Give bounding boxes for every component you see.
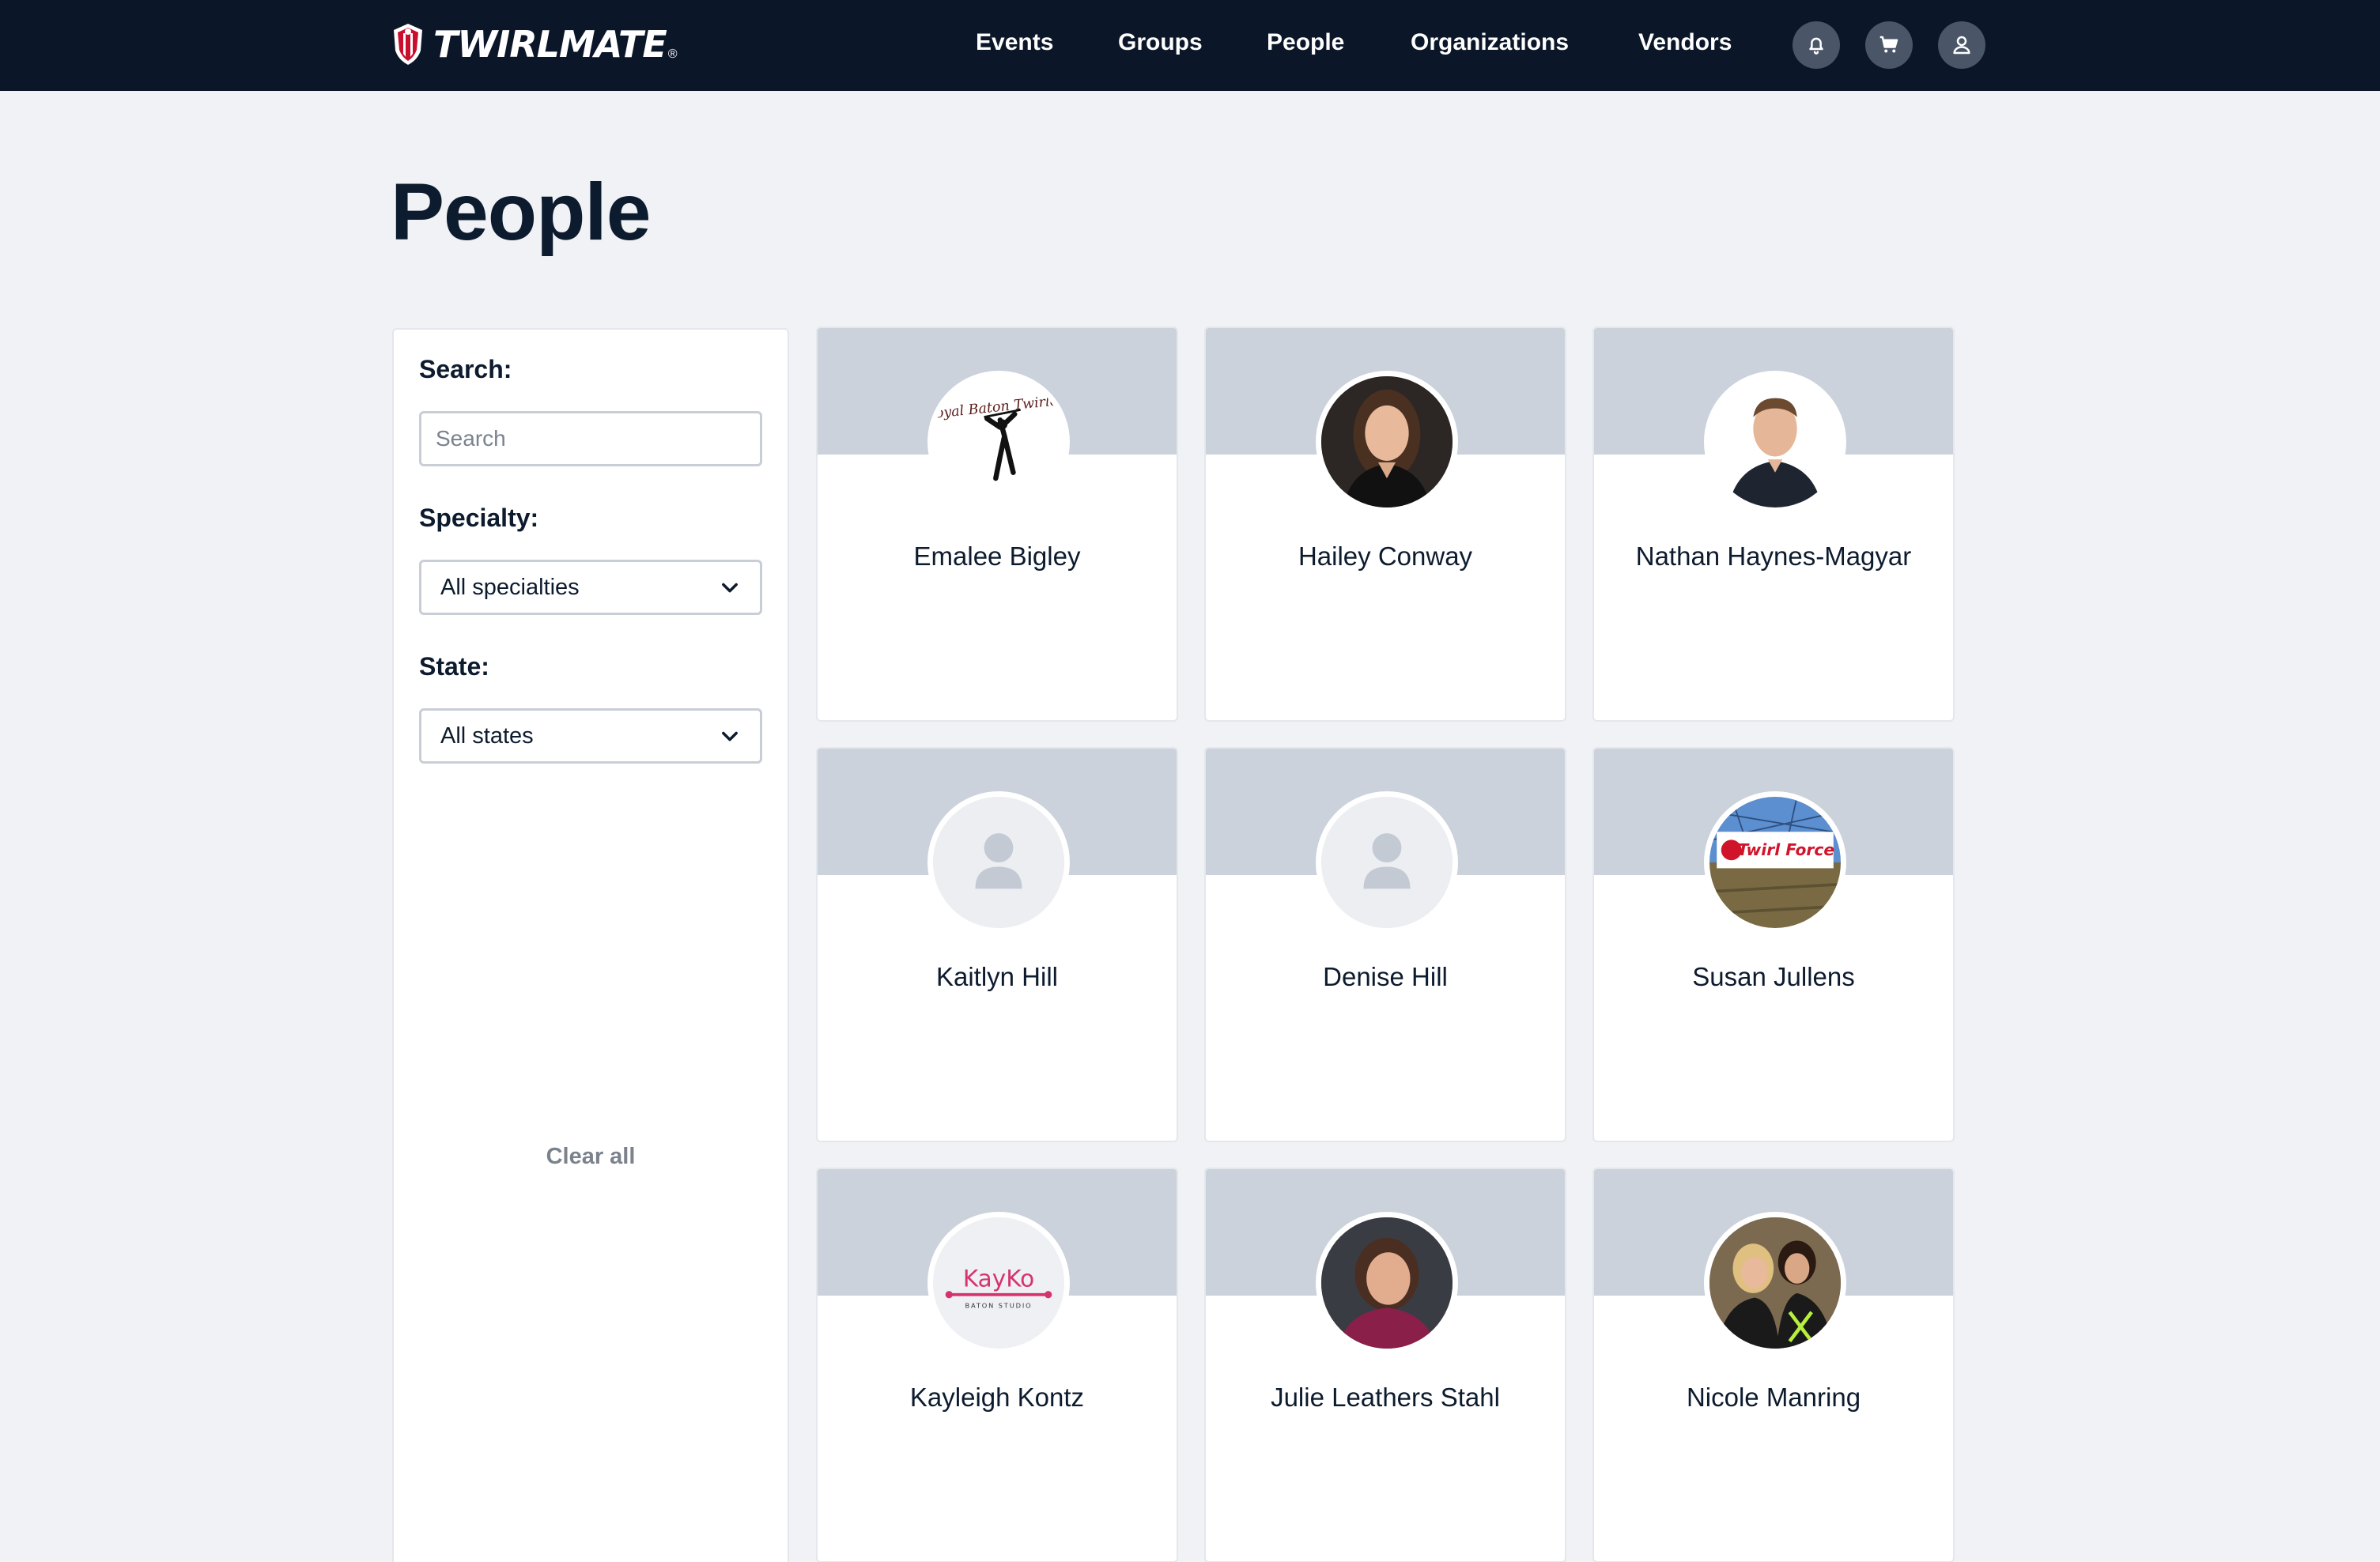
people-grid: Royal Baton Twirlers Emalee Bigley Haile… [816,326,1955,1562]
kayko-subtext: BATON STUDIO [965,1301,1032,1309]
twirlmate-logo[interactable]: TWIRLMATE ® [391,21,678,68]
account-button[interactable] [1938,21,1985,69]
kayko-text: KayKo [963,1266,1034,1292]
person-card[interactable]: Royal Baton Twirlers Emalee Bigley [816,326,1178,722]
page-title: People [391,167,651,257]
state-select-value: All states [440,723,534,749]
avatar [1704,1212,1846,1354]
notifications-button[interactable] [1793,21,1840,69]
person-name: Hailey Conway [1298,541,1473,571]
state-select[interactable]: All states [419,708,762,764]
nav-vendors[interactable]: Vendors [1638,29,1732,56]
default-user-icon [933,797,1064,928]
avatar [1704,371,1846,513]
clear-all-button[interactable]: Clear all [394,1144,788,1170]
person-name: Denise Hill [1323,962,1448,991]
search-input[interactable] [419,411,762,466]
person-card[interactable]: Julie Leathers Stahl [1204,1168,1566,1562]
filters-panel: Search: Specialty: All specialties State… [392,328,789,1562]
royal-baton-twirlers-logo-icon: Royal Baton Twirlers [933,392,1064,481]
person-name: Emalee Bigley [913,541,1081,571]
person-card[interactable]: Hailey Conway [1204,326,1566,722]
state-label: State: [419,652,489,681]
cart-icon [1879,36,1898,53]
chevron-down-icon [722,583,738,593]
kayko-logo-icon: KayKo BATON STUDIO [933,1217,1064,1349]
avatar [1316,1212,1458,1354]
default-user-icon [1321,797,1453,928]
person-name: Kayleigh Kontz [909,1383,1085,1412]
person-name: Nathan Haynes-Magyar [1635,541,1912,571]
chevron-down-icon [722,731,738,741]
person-card[interactable]: Nicole Manring [1592,1168,1955,1562]
twirl-force-sign-photo-icon: Twirl Force [1709,797,1841,928]
person-name: Nicole Manring [1686,1383,1861,1412]
person-card[interactable]: Kaitlyn Hill [816,747,1178,1142]
avatar [1316,371,1458,513]
profile-photo-icon [1321,376,1453,507]
shield-logo-icon [394,24,422,65]
avatar: Twirl Force [1704,791,1846,934]
profile-photo-icon [1709,1217,1841,1349]
sign-text: Twirl Force [1738,840,1835,859]
person-card[interactable]: KayKo BATON STUDIO Kayleigh Kontz [816,1168,1178,1562]
specialty-select[interactable]: All specialties [419,560,762,615]
user-icon [1953,36,1970,55]
person-name: Julie Leathers Stahl [1271,1383,1500,1412]
profile-photo-icon [1709,376,1841,507]
nav-events[interactable]: Events [976,29,1053,56]
avatar [1316,791,1458,934]
nav-groups[interactable]: Groups [1118,29,1203,56]
top-navigation-bar: TWIRLMATE ® Events Groups People Organiz… [0,0,2380,91]
nav-organizations[interactable]: Organizations [1411,29,1569,56]
person-name: Kaitlyn Hill [935,962,1059,991]
person-card[interactable]: Twirl Force Susan Jullens [1592,747,1955,1142]
person-card[interactable]: Nathan Haynes-Magyar [1592,326,1955,722]
search-label: Search: [419,355,512,383]
specialty-select-value: All specialties [440,574,580,600]
brand-name: TWIRLMATE [433,23,667,66]
avatar: KayKo BATON STUDIO [927,1212,1070,1354]
cart-button[interactable] [1865,21,1913,69]
person-name: Susan Jullens [1692,962,1855,991]
person-card[interactable]: Denise Hill [1204,747,1566,1142]
profile-photo-icon [1321,1217,1453,1349]
specialty-label: Specialty: [419,504,539,532]
registered-mark: ® [667,47,678,61]
bell-icon [1809,37,1823,55]
nav-people[interactable]: People [1267,29,1344,56]
avatar [927,791,1070,934]
avatar: Royal Baton Twirlers [927,371,1070,513]
